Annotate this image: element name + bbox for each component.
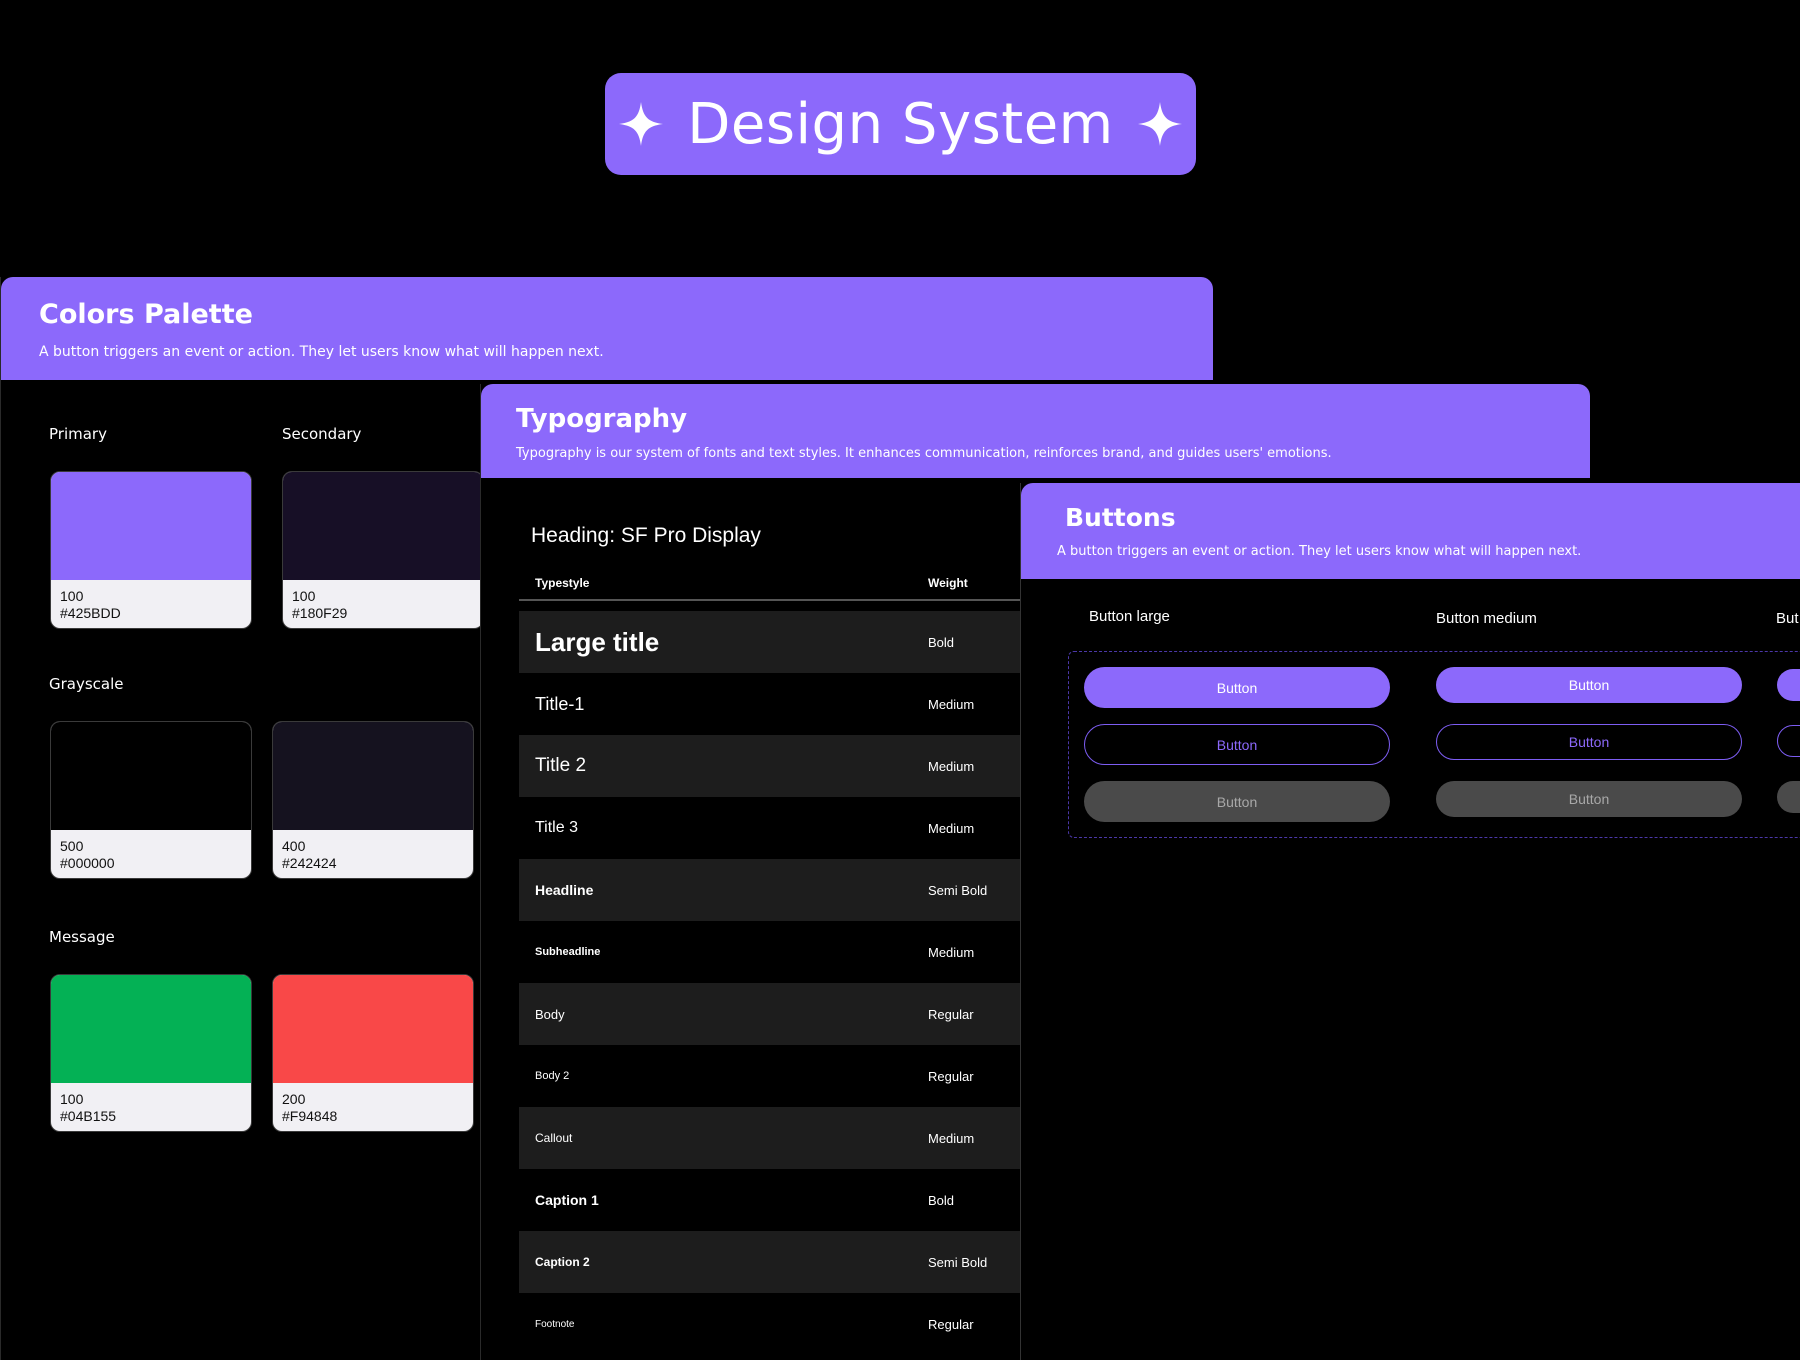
sparkle-icon <box>1137 102 1182 146</box>
table-divider <box>519 599 1039 601</box>
typography-heading: Heading: SF Pro Display <box>531 524 761 547</box>
typestyle-name: Caption 2 <box>535 1255 590 1269</box>
button-large-disabled[interactable]: Button <box>1084 781 1390 822</box>
color-swatch-grayscale-400[interactable]: 400 #242424 <box>272 721 474 879</box>
sparkle-icon <box>619 102 664 146</box>
typestyle-weight: Bold <box>928 634 955 650</box>
color-swatch-message-error[interactable]: 200 #F94848 <box>272 974 474 1132</box>
buttons-panel-description: A button triggers an event or action. Th… <box>1057 544 1582 559</box>
swatch-chip <box>273 722 473 830</box>
swatch-chip <box>51 722 251 830</box>
typestyle-row-footnote[interactable]: Footnote Regular <box>519 1293 1039 1355</box>
swatch-hex: #000000 <box>60 855 115 871</box>
color-swatch-primary[interactable]: 100 #425BDD <box>50 471 252 629</box>
button-medium-primary[interactable]: Button <box>1436 667 1742 703</box>
typestyle-weight: Medium <box>928 758 975 774</box>
typestyle-row-body[interactable]: Body Regular <box>519 983 1039 1045</box>
primary-label: Primary <box>49 425 107 443</box>
buttons-panel-title: Buttons <box>1065 503 1176 532</box>
typestyle-weight: Semi Bold <box>928 1254 988 1270</box>
typestyle-row-large-title[interactable]: Large title Bold <box>519 611 1039 673</box>
typestyle-column-header: Typestyle <box>535 576 590 590</box>
typestyle-row-callout[interactable]: Callout Medium <box>519 1107 1039 1169</box>
button-medium-outline[interactable]: Button <box>1436 724 1742 760</box>
button-small-label: But <box>1776 610 1799 627</box>
typestyle-name: Large title <box>535 626 660 657</box>
swatch-hex: #242424 <box>282 855 337 871</box>
grayscale-label: Grayscale <box>49 675 124 693</box>
swatch-hex: #F94848 <box>282 1108 338 1124</box>
typestyle-row-caption-1[interactable]: Caption 1 Bold <box>519 1169 1039 1231</box>
colors-panel-header: Colors Palette A button triggers an even… <box>1 277 1213 380</box>
typestyle-name: Headline <box>535 882 594 898</box>
typestyle-name: Callout <box>535 1131 573 1145</box>
typestyle-row-caption-2[interactable]: Caption 2 Semi Bold <box>519 1231 1039 1293</box>
swatch-chip <box>273 975 473 1083</box>
typestyle-name: Body <box>535 1006 565 1022</box>
secondary-label: Secondary <box>282 425 362 443</box>
swatch-shade: 200 <box>282 1091 306 1107</box>
design-system-title-badge: Design System <box>605 73 1196 175</box>
typestyle-row-subheadline[interactable]: Subheadline Medium <box>519 921 1039 983</box>
swatch-shade: 100 <box>60 1091 84 1107</box>
typestyle-name: Caption 1 <box>535 1192 599 1208</box>
colors-panel-description: A button triggers an event or action. Th… <box>39 344 604 360</box>
button-medium-disabled[interactable]: Button <box>1436 781 1742 817</box>
swatch-shade: 400 <box>282 838 306 854</box>
typestyle-weight: Medium <box>928 820 975 836</box>
typestyle-weight: Regular <box>928 1316 974 1332</box>
button-large-label: Button large <box>1089 608 1170 625</box>
swatch-shade: 500 <box>60 838 84 854</box>
typestyle-name: Title 2 <box>535 755 587 776</box>
button-medium-label: Button medium <box>1436 610 1537 627</box>
typestyle-name: Title-1 <box>535 693 585 714</box>
typography-panel-header: Typography Typography is our system of f… <box>481 384 1590 478</box>
message-label: Message <box>49 928 115 946</box>
color-swatch-message-success[interactable]: 100 #04B155 <box>50 974 252 1132</box>
swatch-shade: 100 <box>292 588 316 604</box>
color-swatch-grayscale-500[interactable]: 500 #000000 <box>50 721 252 879</box>
swatch-chip <box>51 975 251 1083</box>
typestyle-weight: Medium <box>928 1130 975 1146</box>
typestyle-name: Subheadline <box>535 946 601 958</box>
typestyle-weight: Semi Bold <box>928 882 988 898</box>
page-title: Design System <box>687 91 1114 157</box>
weight-column-header: Weight <box>928 576 968 590</box>
button-large-primary[interactable]: Button <box>1084 667 1390 708</box>
button-large-outline[interactable]: Button <box>1084 724 1390 765</box>
swatch-hex: #04B155 <box>60 1108 117 1124</box>
swatch-chip <box>51 472 251 580</box>
colors-panel-title: Colors Palette <box>39 299 253 330</box>
swatch-hex: #425BDD <box>60 605 121 621</box>
swatch-shade: 100 <box>60 588 84 604</box>
typography-panel-title: Typography <box>516 404 688 434</box>
typestyle-weight: Regular <box>928 1006 974 1022</box>
typestyle-weight: Medium <box>928 696 975 712</box>
typestyle-row-body-2[interactable]: Body 2 Regular <box>519 1045 1039 1107</box>
typestyle-row-title-3[interactable]: Title 3 Medium <box>519 797 1039 859</box>
typestyle-weight: Regular <box>928 1068 974 1084</box>
typestyle-weight: Bold <box>928 1192 955 1208</box>
typestyle-name: Footnote <box>535 1318 575 1330</box>
typestyle-name: Body 2 <box>535 1070 570 1082</box>
color-swatch-secondary[interactable]: 100 #180F29 <box>282 471 484 629</box>
typestyle-row-title-1[interactable]: Title-1 Medium <box>519 673 1039 735</box>
typestyle-row-title-2[interactable]: Title 2 Medium <box>519 735 1039 797</box>
swatch-hex: #180F29 <box>292 605 348 621</box>
typestyle-row-headline[interactable]: Headline Semi Bold <box>519 859 1039 921</box>
typestyle-weight: Medium <box>928 944 975 960</box>
swatch-chip <box>283 472 483 580</box>
typestyle-name: Title 3 <box>535 819 578 836</box>
buttons-panel-header: Buttons A button triggers an event or ac… <box>1021 483 1800 579</box>
typography-panel-description: Typography is our system of fonts and te… <box>516 446 1332 461</box>
buttons-panel: Buttons A button triggers an event or ac… <box>1020 483 1800 1360</box>
